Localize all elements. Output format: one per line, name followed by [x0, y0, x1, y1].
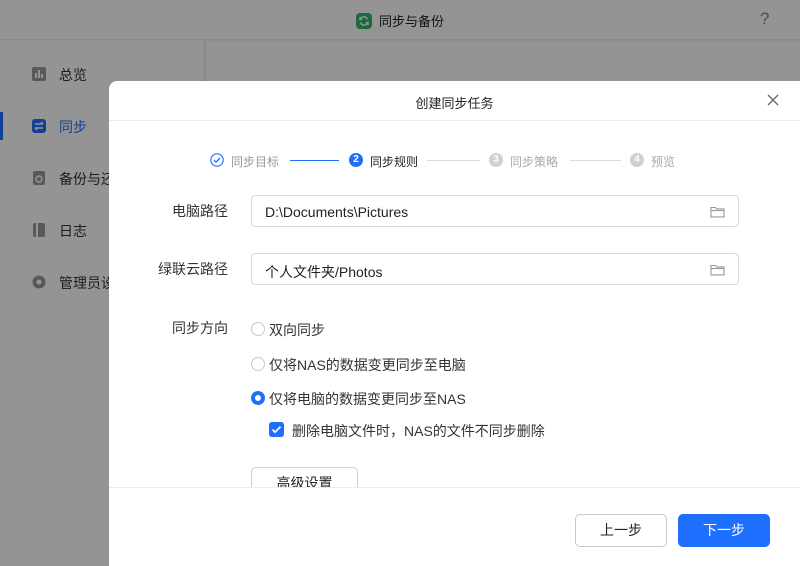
step-label: 预览 — [651, 155, 676, 169]
radio-button-checked[interactable] — [251, 391, 265, 405]
check-circle-icon — [210, 153, 224, 167]
dialog-header: 创建同步任务 — [109, 81, 800, 121]
radio-label: 仅将NAS的数据变更同步至电脑 — [269, 357, 466, 373]
step-label: 同步目标 — [231, 155, 280, 169]
next-step-button[interactable]: 下一步 — [678, 514, 770, 547]
dialog-footer: 上一步 下一步 — [109, 487, 800, 566]
radio-button[interactable] — [251, 357, 265, 371]
step-connector — [290, 160, 339, 161]
cloud-path-field[interactable]: 个人文件夹/Photos — [251, 253, 739, 285]
close-icon[interactable] — [766, 93, 780, 107]
checkbox-label: 删除电脑文件时，NAS的文件不同步删除 — [292, 423, 545, 439]
step-number: 2 — [349, 153, 363, 167]
cloud-path-value: 个人文件夹/Photos — [265, 264, 383, 280]
radio-button[interactable] — [251, 322, 265, 336]
step-number: 3 — [489, 153, 503, 167]
create-sync-task-dialog: 创建同步任务 同步目标 2 同步规则 3 同步策略 4 预览 电脑路径 D:\D… — [109, 81, 800, 566]
previous-step-button[interactable]: 上一步 — [575, 514, 667, 547]
checkbox-checked-icon[interactable] — [269, 422, 284, 437]
cloud-path-label: 绿联云路径 — [158, 261, 228, 277]
radio-label: 双向同步 — [269, 322, 325, 338]
pc-path-value: D:\Documents\Pictures — [265, 204, 409, 220]
sync-direction-label: 同步方向 — [172, 320, 228, 336]
folder-icon[interactable] — [710, 205, 725, 218]
step-connector — [427, 160, 480, 161]
pc-path-label: 电脑路径 — [172, 203, 228, 219]
step-label: 同步规则 — [370, 155, 419, 169]
step-label: 同步策略 — [510, 155, 559, 169]
step-connector — [570, 160, 621, 161]
step-number: 4 — [630, 153, 644, 167]
radio-label: 仅将电脑的数据变更同步至NAS — [269, 391, 466, 407]
pc-path-field[interactable]: D:\Documents\Pictures — [251, 195, 739, 227]
folder-icon[interactable] — [710, 263, 725, 276]
dialog-title: 创建同步任务 — [415, 96, 494, 111]
